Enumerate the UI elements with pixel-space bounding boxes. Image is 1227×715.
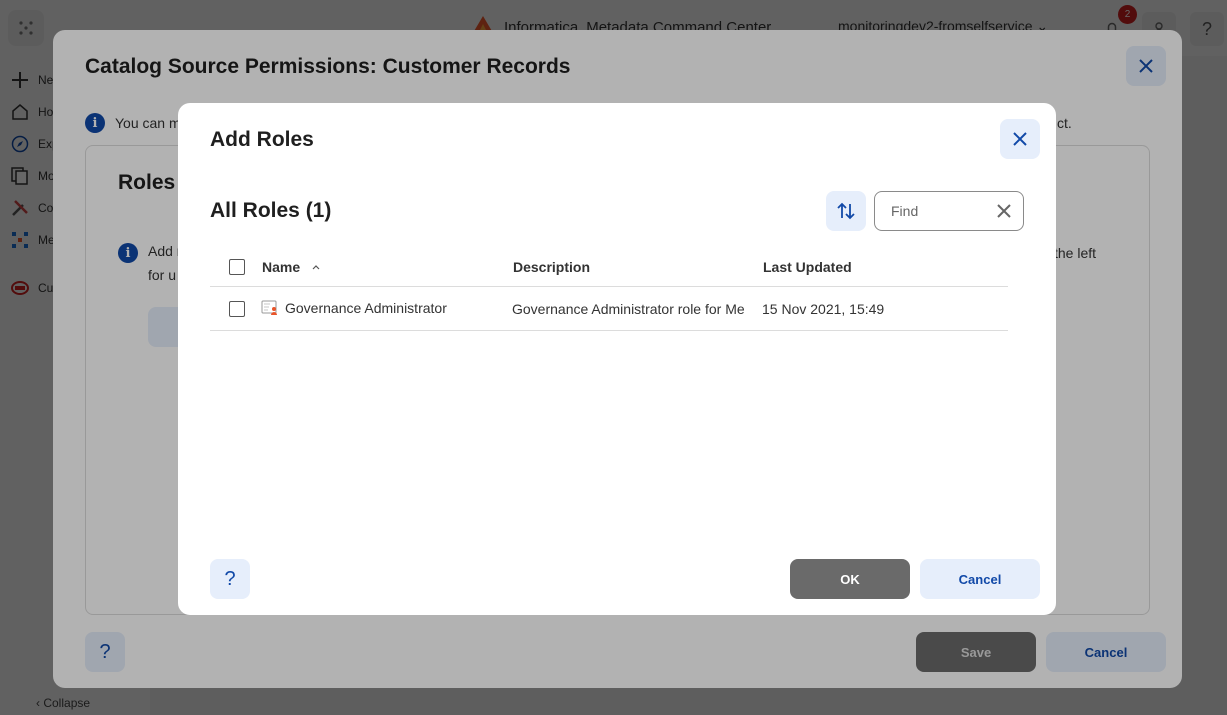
column-header-label: Name (262, 259, 301, 275)
ok-button[interactable]: OK (790, 559, 910, 599)
column-header-name[interactable]: Name (262, 259, 320, 275)
select-all-checkbox[interactable] (229, 259, 245, 275)
role-icon (261, 300, 277, 315)
close-icon (1013, 132, 1027, 146)
sort-arrows-icon (837, 202, 855, 220)
help-button[interactable]: ? (210, 559, 250, 599)
table-header: Name Description Last Updated (210, 245, 1008, 287)
role-name: Governance Administrator (285, 300, 447, 316)
dialog-title: Add Roles (210, 128, 314, 151)
find-field (874, 191, 1024, 231)
clear-find-button[interactable] (995, 202, 1013, 220)
role-description: Governance Administrator role for Me (512, 301, 745, 317)
sort-button[interactable] (826, 191, 866, 231)
cancel-button[interactable]: Cancel (920, 559, 1040, 599)
role-name-cell: Governance Administrator (261, 299, 447, 317)
all-roles-heading: All Roles (1) (210, 199, 332, 222)
close-icon (997, 204, 1011, 218)
roles-table: Name Description Last Updated Governance… (210, 245, 1008, 331)
role-last-updated: 15 Nov 2021, 15:49 (762, 301, 885, 317)
row-checkbox[interactable] (229, 301, 245, 317)
close-button[interactable] (1000, 119, 1040, 159)
column-header-last-updated[interactable]: Last Updated (763, 259, 852, 275)
table-row[interactable]: Governance Administrator Governance Admi… (210, 287, 1008, 331)
column-header-description[interactable]: Description (513, 259, 590, 275)
find-input[interactable] (891, 203, 991, 219)
sort-ascending-icon (312, 265, 320, 270)
add-roles-dialog: Add Roles All Roles (1) Name Description… (178, 103, 1056, 615)
